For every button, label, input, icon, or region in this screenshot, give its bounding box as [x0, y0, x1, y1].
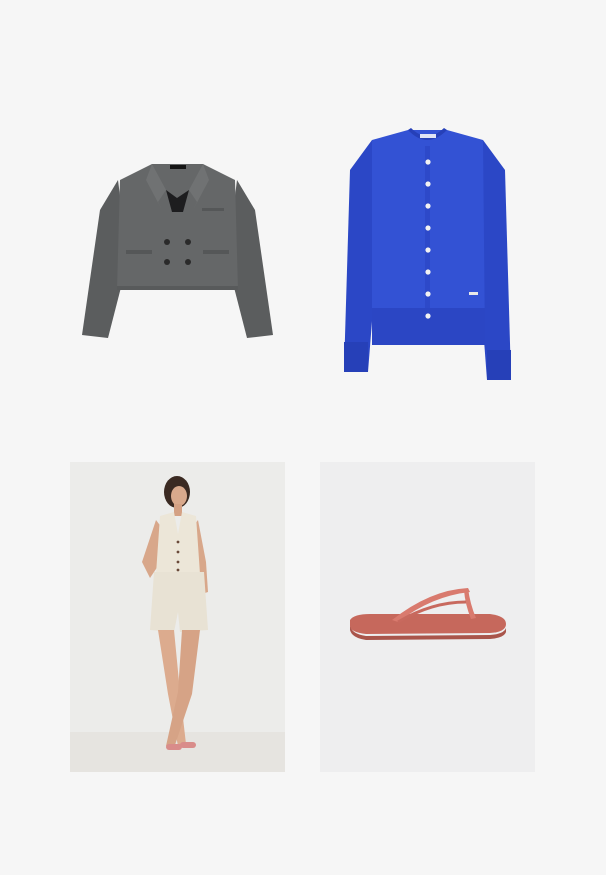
model-illustration — [70, 476, 285, 772]
blue-cardigan-image[interactable] — [320, 110, 535, 395]
terracotta-flip-flop-image[interactable] — [320, 462, 535, 772]
jacket-illustration — [82, 164, 273, 338]
cardigan-illustration — [344, 128, 511, 380]
flip-flop-illustration — [350, 588, 506, 640]
outfit-collage: { "collage": { "items": [ { "id": "jacke… — [0, 0, 606, 875]
model-cream-outfit-photo[interactable] — [70, 462, 285, 772]
grey-cropped-jacket-image[interactable] — [70, 150, 285, 360]
